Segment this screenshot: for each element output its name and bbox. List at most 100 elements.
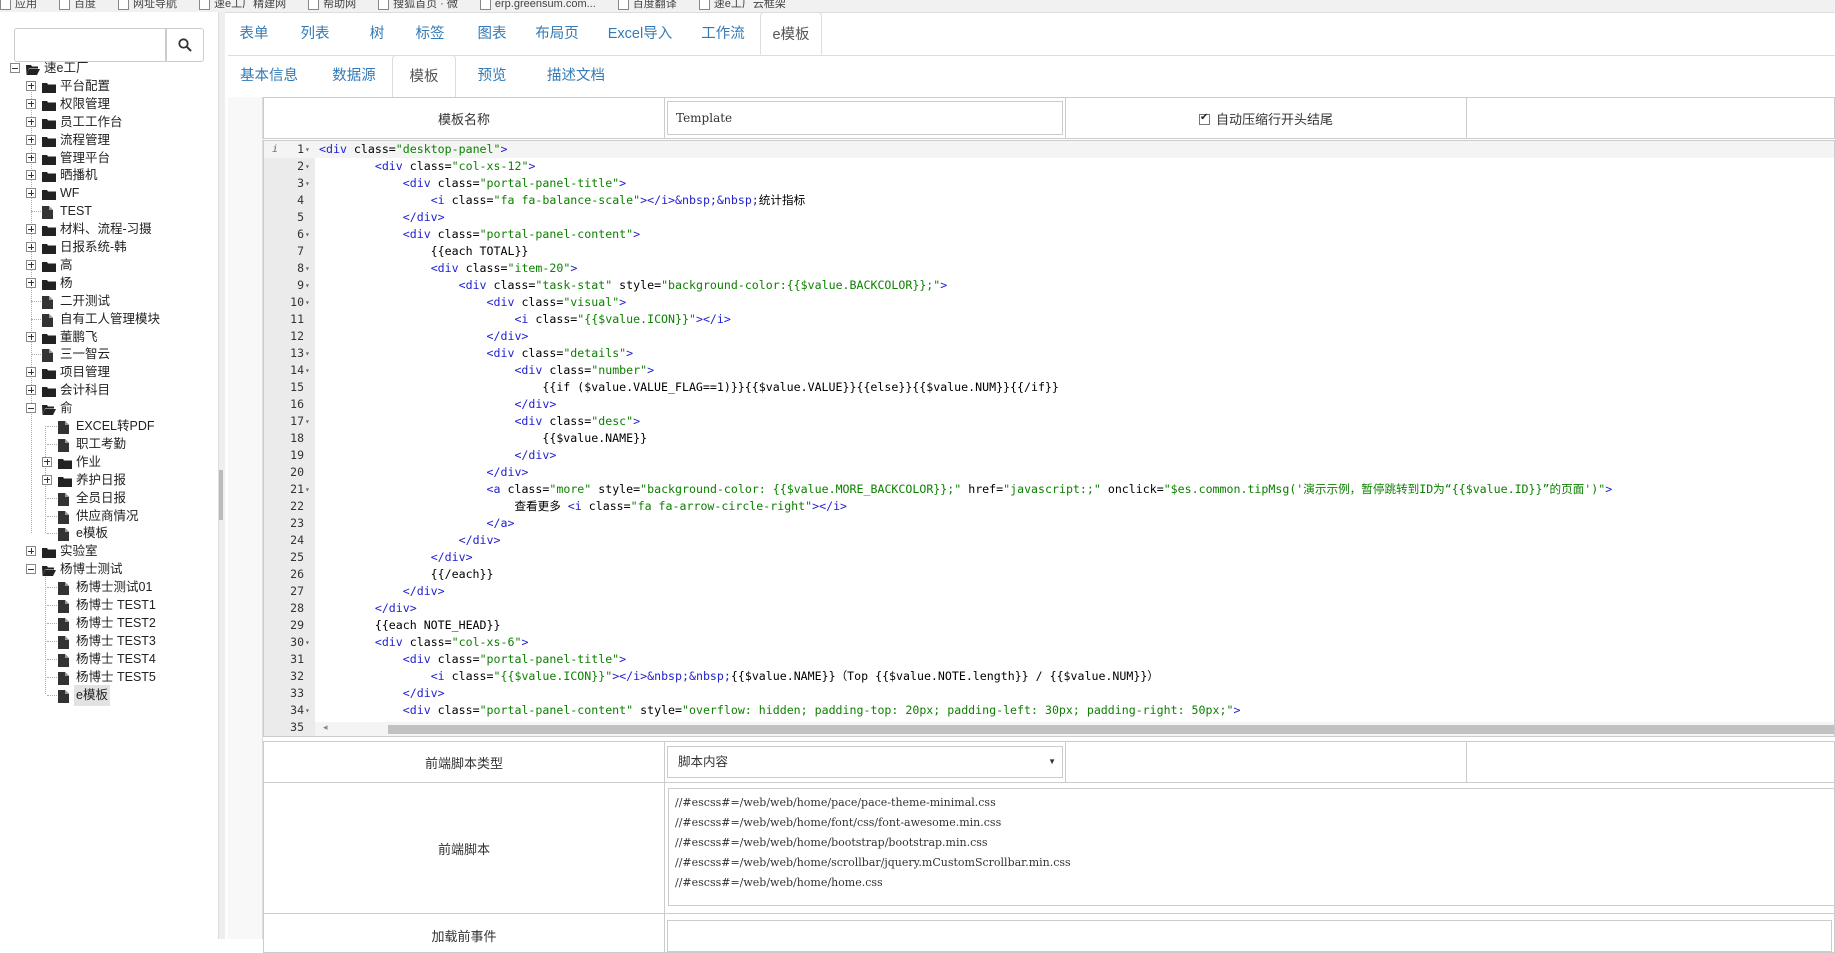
sub-tab[interactable]: 预览: [460, 55, 524, 97]
splitter-grip[interactable]: [219, 470, 223, 520]
search-button[interactable]: [166, 28, 204, 62]
frontend-script-type-value: 脚本内容: [678, 755, 729, 769]
code-text: </a>: [486, 516, 515, 530]
bookmark-icon: [308, 0, 320, 10]
main-tab[interactable]: 图表: [466, 12, 518, 55]
bookmark-item[interactable]: erp.greensum.com...: [479, 0, 596, 10]
fold-toggle-icon[interactable]: ▾: [305, 345, 310, 362]
main-tab[interactable]: 列表: [288, 12, 342, 55]
code-editor[interactable]: i 1 ▾ <div class="desktop-panel"> 2 ▾ <div cl…: [263, 140, 1835, 737]
fold-toggle-icon[interactable]: ▾: [305, 294, 310, 311]
expand-toggle-icon[interactable]: [26, 242, 36, 252]
auto-compress-checkbox[interactable]: [1198, 112, 1210, 125]
fold-toggle-icon[interactable]: ▾: [305, 226, 310, 243]
scrollbar-thumb[interactable]: [388, 725, 1834, 734]
expand-toggle-icon[interactable]: [26, 188, 36, 199]
search-input[interactable]: [14, 28, 166, 62]
expand-toggle-icon[interactable]: [26, 385, 36, 396]
expand-toggle-icon[interactable]: [26, 152, 36, 163]
template-name-input[interactable]: [667, 101, 1063, 135]
bookmark-item[interactable]: 应用: [0, 0, 37, 11]
expand-toggle-icon[interactable]: [26, 116, 36, 127]
code-line: 11 <i class="{{$value.ICON}}"></i>: [264, 311, 1834, 328]
fold-toggle-icon[interactable]: ▾: [305, 362, 310, 379]
code-line: 34 ▾ <div class="portal-panel-content" st…: [264, 702, 1834, 719]
before-load-event-cell: [664, 913, 1835, 953]
main-tab[interactable]: e模板: [760, 12, 822, 55]
main-tab[interactable]: 工作流: [692, 12, 754, 55]
bookmark-item[interactable]: 百度: [59, 0, 96, 11]
code-line: 10 ▾ <div class="visual">: [264, 294, 1834, 311]
file-icon: [58, 689, 69, 710]
bookmark-item[interactable]: 速e工厂云框架: [698, 0, 786, 11]
bookmark-item[interactable]: 百度翻译: [617, 0, 677, 11]
fold-toggle-icon[interactable]: ▾: [305, 158, 310, 175]
folder-open-icon: [42, 402, 56, 423]
main-tab[interactable]: Excel导入: [598, 12, 682, 55]
main-tab[interactable]: 标签: [403, 12, 457, 55]
fold-toggle-icon[interactable]: ▾: [305, 141, 310, 158]
expand-toggle-icon[interactable]: [26, 134, 36, 145]
expand-toggle-icon[interactable]: [26, 170, 36, 181]
fold-toggle-icon[interactable]: ▾: [305, 175, 310, 192]
fold-toggle-icon[interactable]: ▾: [305, 702, 310, 719]
code-line: 2 ▾ <div class="col-xs-12">: [264, 158, 1834, 175]
line-number: 17: [290, 414, 304, 428]
sub-tab[interactable]: 数据源: [317, 55, 391, 97]
expand-toggle-icon[interactable]: [26, 331, 36, 342]
fold-toggle-icon[interactable]: ▾: [305, 413, 310, 430]
bookmark-item[interactable]: 网址导航: [118, 0, 177, 11]
frontend-script-textarea[interactable]: //#escss#=/web/web/home/pace/pace-theme-…: [668, 788, 1835, 906]
auto-compress-option[interactable]: 自动压缩行开头结尾: [1065, 97, 1467, 139]
fold-toggle-icon[interactable]: ▾: [305, 260, 310, 277]
sub-tab[interactable]: 基本信息: [228, 55, 310, 97]
sub-tab[interactable]: 描述文档: [530, 55, 622, 97]
expand-toggle-icon[interactable]: [26, 80, 36, 91]
code-line: 30 ▾ <div class="col-xs-6">: [264, 634, 1834, 651]
fold-toggle-icon[interactable]: ▾: [305, 634, 310, 651]
code-text: <div class="item-20">: [430, 261, 578, 275]
code-line: 28 </div>: [264, 600, 1834, 617]
expand-toggle-icon[interactable]: [26, 367, 36, 378]
main-tab[interactable]: 表单: [228, 12, 280, 55]
expand-toggle-icon[interactable]: [26, 259, 36, 270]
tree-connector: [47, 605, 57, 606]
line-number: 11: [290, 312, 304, 326]
bookmark-item[interactable]: 搜狐首页 · 微: [378, 0, 458, 11]
collapse-toggle-icon[interactable]: [10, 63, 20, 73]
code-line: 19 </div>: [264, 447, 1834, 464]
tree-connector: [31, 300, 41, 302]
bookmark-label: 速e工厂精建网: [214, 0, 287, 10]
before-load-event-input[interactable]: [667, 920, 1832, 952]
bookmark-icon: [378, 0, 390, 10]
expand-toggle-icon[interactable]: [26, 546, 36, 557]
code-line: 27 </div>: [264, 583, 1834, 600]
expand-toggle-icon[interactable]: [26, 98, 36, 109]
scroll-left-arrow-icon[interactable]: ◂: [323, 722, 328, 733]
collapse-toggle-icon[interactable]: [26, 403, 36, 414]
expand-toggle-icon[interactable]: [42, 456, 52, 467]
expand-toggle-icon[interactable]: [26, 224, 36, 235]
expand-toggle-icon[interactable]: [42, 474, 52, 485]
code-line: 21 ▾ <a class="more" style="background-co…: [264, 481, 1834, 498]
fold-toggle-icon[interactable]: ▾: [305, 277, 310, 294]
bookmark-item[interactable]: 帮助网: [308, 0, 356, 11]
sub-tab[interactable]: 模板: [392, 55, 456, 98]
line-number: 26: [290, 567, 304, 581]
bookmark-item[interactable]: 速e工厂精建网: [199, 0, 286, 11]
code-text: </div>: [486, 465, 529, 479]
code-line: 8 ▾ <div class="item-20">: [264, 260, 1834, 277]
code-text: <i class="{{$value.ICON}}"></i>&nbsp;&nb…: [430, 669, 1159, 683]
bookmark-label: erp.greensum.com...: [494, 0, 596, 10]
code-line: 31 <div class="portal-panel-title">: [264, 651, 1834, 668]
fold-toggle-icon[interactable]: ▾: [305, 481, 310, 498]
main-tab[interactable]: 布局页: [527, 12, 587, 55]
main-tab[interactable]: 树: [358, 12, 396, 55]
code-text: <i class="fa fa-balance-scale"></i>&nbsp…: [430, 193, 806, 207]
bookmark-label: 百度: [74, 0, 96, 10]
collapse-toggle-icon[interactable]: [26, 564, 36, 575]
horizontal-scrollbar[interactable]: ◂: [315, 722, 1834, 736]
expand-toggle-icon[interactable]: [26, 277, 36, 288]
frontend-script-type-select[interactable]: 脚本内容 ▼: [667, 746, 1063, 778]
code-text: <div class="col-xs-12">: [374, 159, 536, 173]
